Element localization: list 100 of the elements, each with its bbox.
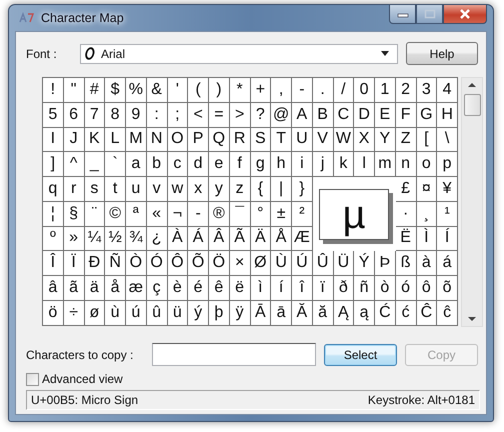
- character-cell[interactable]: ": [64, 78, 84, 103]
- character-cell[interactable]: ½: [105, 226, 126, 252]
- character-cell[interactable]: *: [230, 78, 250, 103]
- character-cell[interactable]: m: [375, 152, 396, 177]
- character-cell[interactable]: n: [396, 152, 416, 177]
- character-cell[interactable]: Ñ: [105, 251, 126, 276]
- character-cell[interactable]: í: [271, 276, 292, 301]
- character-cell[interactable]: o: [416, 152, 438, 177]
- character-cell[interactable]: e: [209, 152, 230, 177]
- character-cell[interactable]: ï: [312, 276, 334, 301]
- character-cell[interactable]: ª: [126, 202, 147, 226]
- scroll-thumb[interactable]: [464, 94, 480, 116]
- character-cell[interactable]: ÿ: [230, 300, 250, 326]
- character-cell[interactable]: ±: [271, 202, 292, 226]
- character-cell[interactable]: K: [84, 128, 106, 152]
- character-cell[interactable]: å: [105, 276, 126, 301]
- character-cell[interactable]: ă: [312, 300, 334, 326]
- character-cell[interactable]: _: [84, 152, 106, 177]
- character-cell[interactable]: k: [334, 152, 354, 177]
- character-cell[interactable]: ê: [209, 276, 230, 301]
- character-cell[interactable]: E: [375, 102, 396, 128]
- character-cell[interactable]: Õ: [188, 251, 209, 276]
- character-cell[interactable]: ': [168, 78, 188, 103]
- character-cell[interactable]: Ý: [354, 251, 375, 276]
- help-button[interactable]: Help: [406, 42, 478, 65]
- character-cell[interactable]: O: [168, 128, 188, 152]
- character-cell[interactable]: û: [146, 300, 168, 326]
- character-cell[interactable]: .: [312, 78, 334, 103]
- character-cell[interactable]: ä: [84, 276, 106, 301]
- character-cell[interactable]: J: [64, 128, 84, 152]
- character-cell[interactable]: Y: [375, 128, 396, 152]
- character-cell[interactable]: ¿: [146, 226, 168, 252]
- character-cell[interactable]: &: [146, 78, 168, 103]
- character-cell[interactable]: S: [250, 128, 272, 152]
- character-cell[interactable]: <: [188, 102, 209, 128]
- character-cell[interactable]: /: [334, 78, 354, 103]
- character-cell[interactable]: #: [84, 78, 106, 103]
- character-cell[interactable]: Ĉ: [416, 300, 438, 326]
- character-cell[interactable]: Ä: [250, 226, 272, 252]
- character-cell[interactable]: «: [146, 202, 168, 226]
- character-cell[interactable]: ó: [396, 276, 416, 301]
- character-cell[interactable]: 4: [437, 78, 458, 103]
- character-cell[interactable]: :: [146, 102, 168, 128]
- character-cell[interactable]: ¥: [437, 177, 458, 202]
- character-cell[interactable]: ¦: [43, 202, 64, 226]
- character-cell[interactable]: ®: [209, 202, 230, 226]
- character-cell[interactable]: @: [271, 102, 292, 128]
- character-cell[interactable]: l: [354, 152, 375, 177]
- character-cell[interactable]: »: [64, 226, 84, 252]
- character-cell[interactable]: D: [354, 102, 375, 128]
- character-cell[interactable]: ²: [292, 202, 313, 226]
- maximize-button[interactable]: [416, 5, 443, 24]
- character-cell[interactable]: ¼: [84, 226, 106, 252]
- character-cell[interactable]: p: [437, 152, 458, 177]
- character-cell[interactable]: |: [271, 177, 292, 202]
- character-cell[interactable]: ¬: [168, 202, 188, 226]
- character-cell[interactable]: x: [188, 177, 209, 202]
- character-cell[interactable]: Ô: [168, 251, 188, 276]
- character-cell[interactable]: ĉ: [437, 300, 458, 326]
- character-cell[interactable]: °: [250, 202, 272, 226]
- character-cell[interactable]: V: [312, 128, 334, 152]
- character-cell[interactable]: j: [312, 152, 334, 177]
- character-cell[interactable]: ×: [230, 251, 250, 276]
- character-cell[interactable]: Ą: [334, 300, 354, 326]
- character-cell[interactable]: 2: [396, 78, 416, 103]
- character-cell[interactable]: ç: [146, 276, 168, 301]
- character-cell[interactable]: g: [250, 152, 272, 177]
- character-cell[interactable]: Ø: [250, 251, 272, 276]
- character-cell[interactable]: {: [250, 177, 272, 202]
- character-cell[interactable]: i: [292, 152, 313, 177]
- character-cell[interactable]: 6: [64, 102, 84, 128]
- character-cell[interactable]: [: [416, 128, 438, 152]
- character-cell[interactable]: L: [105, 128, 126, 152]
- character-cell[interactable]: ¹: [437, 202, 458, 226]
- character-cell[interactable]: ñ: [354, 276, 375, 301]
- character-cell[interactable]: -: [292, 78, 313, 103]
- character-cell[interactable]: Ï: [64, 251, 84, 276]
- character-cell[interactable]: 8: [105, 102, 126, 128]
- character-cell[interactable]: ô: [416, 276, 438, 301]
- character-cell[interactable]: N: [146, 128, 168, 152]
- character-cell[interactable]: ¾: [126, 226, 147, 252]
- character-cell[interactable]: I: [43, 128, 64, 152]
- character-cell[interactable]: £: [396, 177, 416, 202]
- character-cell[interactable]: è: [168, 276, 188, 301]
- character-cell[interactable]: ö: [43, 300, 64, 326]
- character-cell[interactable]: ©: [105, 202, 126, 226]
- character-cell[interactable]: ã: [64, 276, 84, 301]
- character-cell[interactable]: ß: [396, 251, 416, 276]
- character-cell[interactable]: ą: [354, 300, 375, 326]
- character-cell[interactable]: Ö: [209, 251, 230, 276]
- character-cell[interactable]: º: [43, 226, 64, 252]
- character-cell[interactable]: -: [188, 202, 209, 226]
- character-cell[interactable]: 1: [375, 78, 396, 103]
- character-cell[interactable]: ā: [271, 300, 292, 326]
- character-cell[interactable]: Q: [209, 128, 230, 152]
- character-cell[interactable]: ÷: [64, 300, 84, 326]
- character-cell[interactable]: z: [230, 177, 250, 202]
- character-cell[interactable]: Ã: [230, 226, 250, 252]
- character-cell[interactable]: f: [230, 152, 250, 177]
- character-cell[interactable]: ò: [375, 276, 396, 301]
